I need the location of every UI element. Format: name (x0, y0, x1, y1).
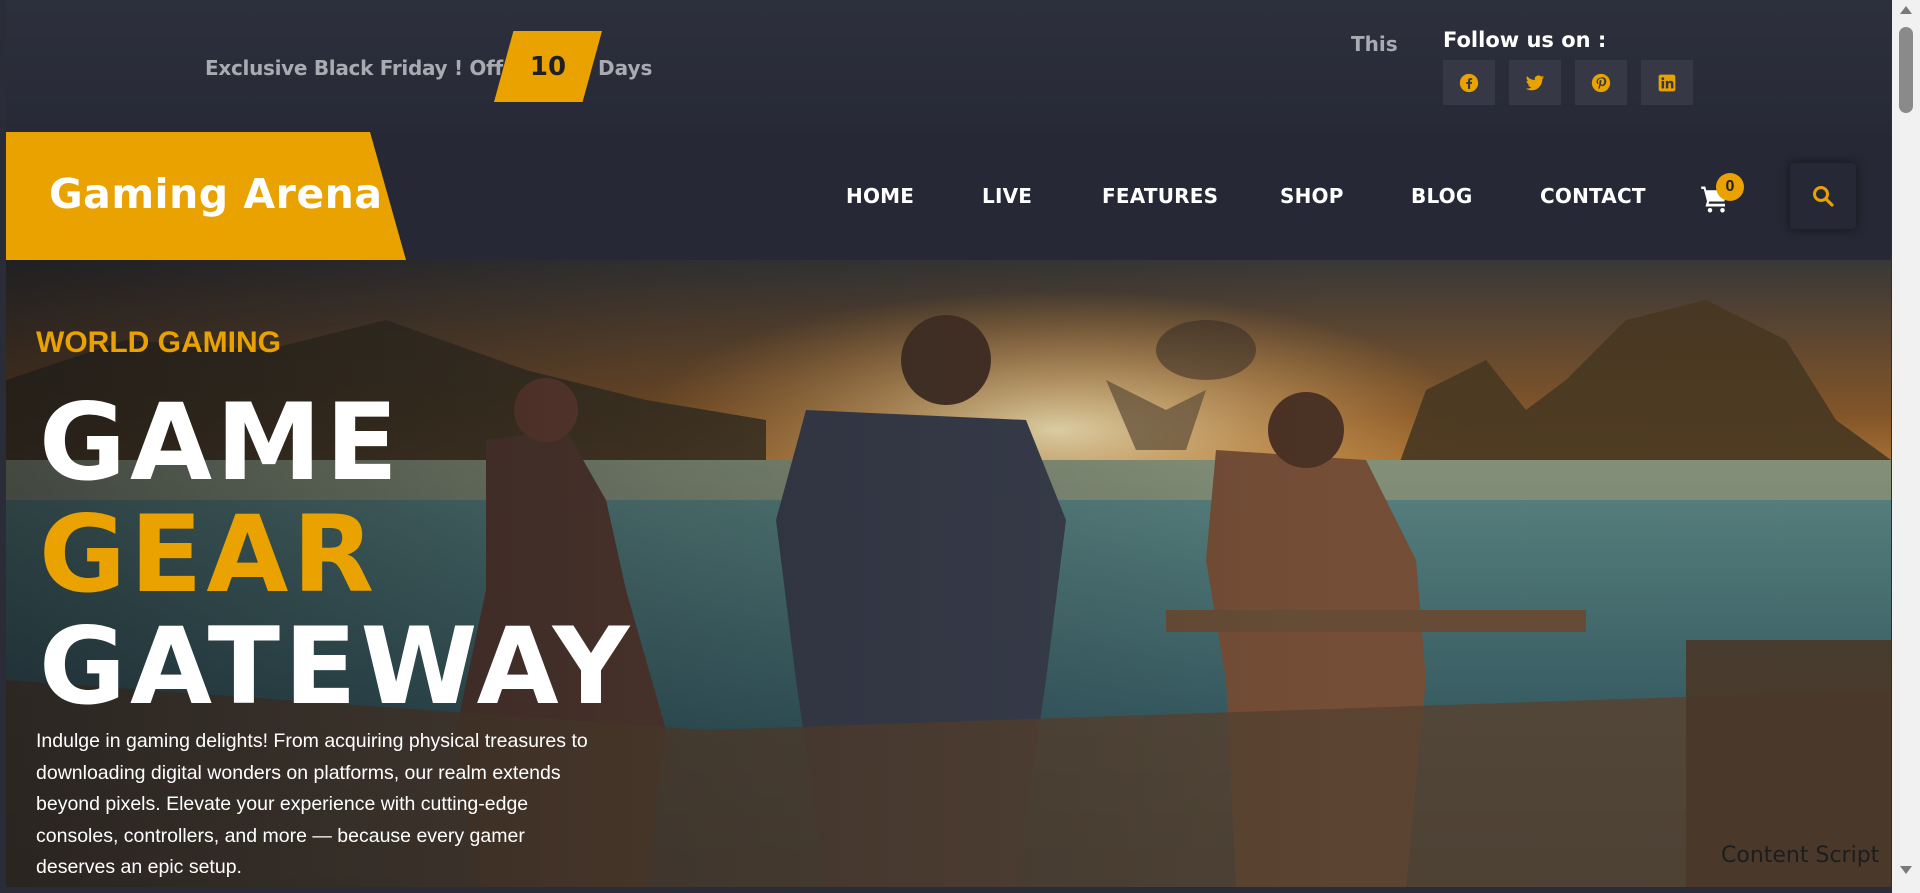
news-ticker: This is (1351, 32, 1401, 60)
scroll-down-arrow-icon[interactable] (1900, 866, 1912, 874)
search-button[interactable] (1790, 163, 1856, 229)
social-links (1443, 60, 1693, 105)
twitter-icon (1525, 74, 1545, 90)
top-bar: Exclusive Black Friday ! Offer 10 Days T… (6, 0, 1891, 132)
cart-count-badge: 0 (1716, 173, 1744, 201)
main-navbar: Gaming Arena HOME LIVE FEATURES SHOP BLO… (6, 132, 1891, 260)
hero-title-line-3: GATEWAY (39, 605, 634, 728)
follow-us-label: Follow us on : (1443, 28, 1607, 52)
linkedin-link[interactable] (1641, 60, 1693, 105)
nav-features[interactable]: FEATURES (1102, 184, 1218, 208)
hero-title-line-1: GAME (39, 381, 402, 504)
nav-blog[interactable]: BLOG (1411, 184, 1473, 208)
offer-count: 10 (529, 51, 567, 82)
scrollbar-thumb[interactable] (1899, 27, 1913, 113)
nav-live[interactable]: LIVE (982, 184, 1032, 208)
pinterest-link[interactable] (1575, 60, 1627, 105)
scroll-up-arrow-icon[interactable] (1900, 6, 1912, 14)
window-bottom-edge (0, 887, 1892, 893)
hero-eyebrow: WORLD GAMING (36, 326, 281, 359)
hero-section: WORLD GAMING GAME GEAR GATEWAY Indulge i… (6, 260, 1891, 887)
offer-days-label: Days (598, 56, 653, 80)
pinterest-icon (1591, 73, 1611, 92)
nav-home[interactable]: HOME (846, 184, 914, 208)
nav-shop[interactable]: SHOP (1280, 184, 1344, 208)
cart-button[interactable]: 0 (1700, 173, 1744, 217)
facebook-icon (1459, 73, 1479, 92)
logo-block[interactable]: Gaming Arena (6, 132, 406, 260)
site-logo[interactable]: Gaming Arena (49, 170, 383, 218)
ticker-text: This is (1351, 32, 1401, 56)
search-icon (1813, 186, 1834, 207)
offer-text: Exclusive Black Friday ! Offer (205, 56, 526, 80)
hero-description: Indulge in gaming delights! From acquiri… (36, 730, 588, 878)
hero-title-line-2: GEAR (39, 493, 379, 616)
twitter-link[interactable] (1509, 60, 1561, 105)
facebook-link[interactable] (1443, 60, 1495, 105)
nav-contact[interactable]: CONTACT (1540, 184, 1646, 208)
content-script-label: Content Script (1721, 843, 1880, 868)
vertical-scrollbar[interactable] (1892, 0, 1920, 893)
page: Exclusive Black Friday ! Offer 10 Days T… (6, 0, 1891, 887)
linkedin-icon (1658, 74, 1676, 91)
offer-countdown-badge: 10 (494, 31, 602, 102)
